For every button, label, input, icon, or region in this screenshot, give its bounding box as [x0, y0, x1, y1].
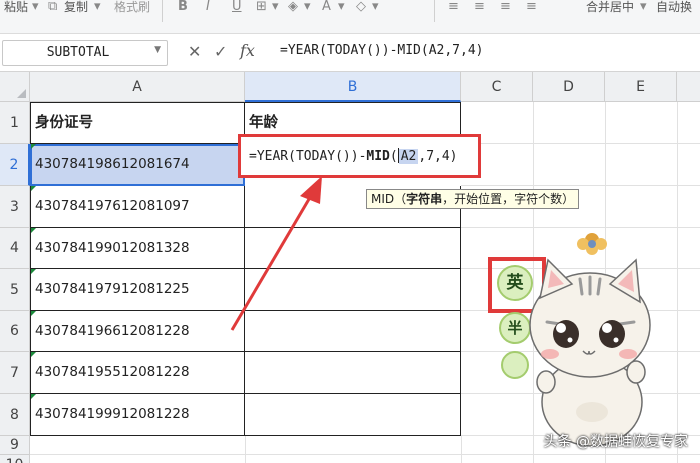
- align-right-icon[interactable]: ≡: [500, 0, 511, 14]
- border-icon[interactable]: ⊞: [256, 0, 267, 14]
- chevron-down-icon[interactable]: ▼: [154, 45, 161, 55]
- chevron-down-icon[interactable]: ▾: [372, 0, 379, 14]
- underline-icon[interactable]: U: [232, 0, 242, 14]
- merge-center-button[interactable]: 合并居中: [586, 0, 634, 14]
- chevron-down-icon[interactable]: ▾: [304, 0, 311, 14]
- copy-button[interactable]: 复制: [64, 0, 88, 14]
- formula-input[interactable]: =YEAR(TODAY())-MID(A2,7,4): [280, 43, 484, 58]
- chevron-down-icon[interactable]: ▾: [640, 0, 647, 14]
- name-box[interactable]: SUBTOTAL ▼: [2, 40, 168, 66]
- fill-color-icon[interactable]: ◈: [288, 0, 298, 14]
- confirm-icon[interactable]: ✓: [214, 43, 227, 61]
- flower-icon: [577, 233, 607, 255]
- italic-icon[interactable]: I: [206, 0, 210, 14]
- format-painter-button[interactable]: 格式刷: [114, 0, 150, 14]
- bold-icon[interactable]: B: [178, 0, 188, 14]
- watermark-text: 头条 @数据蛙恢复专家: [543, 434, 688, 450]
- cat-sticker-image: [529, 233, 651, 447]
- chevron-down-icon[interactable]: ▾: [32, 0, 39, 14]
- justify-icon[interactable]: ≡: [526, 0, 537, 14]
- insert-function-icon[interactable]: fx: [240, 41, 255, 60]
- chevron-down-icon[interactable]: ▾: [338, 0, 345, 14]
- align-left-icon[interactable]: ≡: [448, 0, 459, 14]
- name-box-value: SUBTOTAL: [46, 45, 110, 60]
- copy-icon[interactable]: ⧉: [48, 0, 57, 14]
- ribbon-divider: [434, 0, 435, 22]
- formula-bar: SUBTOTAL ▼ ✕ ✓ fx =YEAR(TODAY())-MID(A2,…: [0, 34, 700, 72]
- chevron-down-icon[interactable]: ▾: [272, 0, 279, 14]
- auto-wrap-button[interactable]: 自动换: [656, 0, 692, 14]
- ribbon-divider: [162, 0, 163, 22]
- font-color-icon[interactable]: A: [322, 0, 331, 14]
- cancel-icon[interactable]: ✕: [188, 43, 201, 61]
- clear-format-icon[interactable]: ◇: [356, 0, 366, 14]
- ribbon-toolbar: 粘贴 ▾ ⧉ 复制 ▾ 格式刷 B I U ⊞ ▾ ◈ ▾ A ▾ ◇ ▾ ≡ …: [0, 0, 700, 34]
- paste-button[interactable]: 粘贴: [4, 0, 28, 14]
- chevron-down-icon[interactable]: ▾: [94, 0, 101, 14]
- align-center-icon[interactable]: ≡: [474, 0, 485, 14]
- spreadsheet-grid: A B C D E 1 2 3 4 5 6 7 8 9 10 身份证号 年龄 4…: [0, 72, 700, 463]
